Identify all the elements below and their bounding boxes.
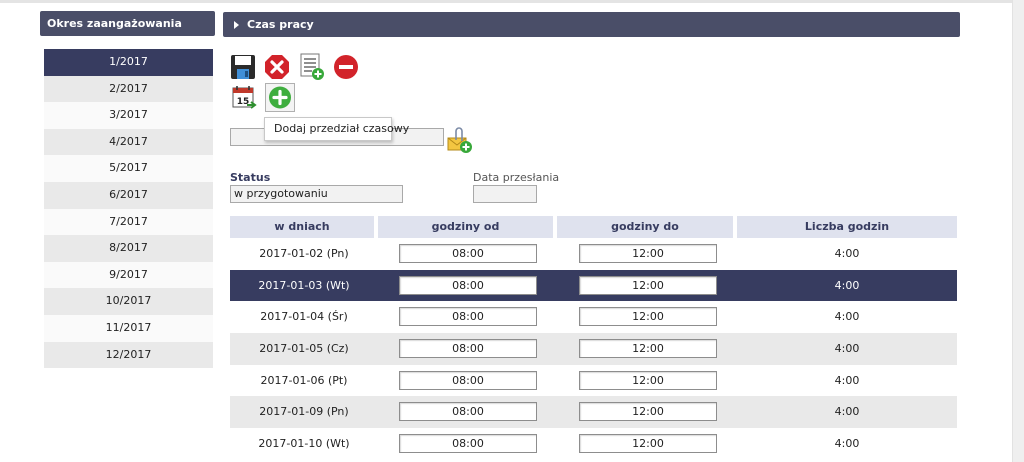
sidebar-item-period[interactable]: 10/2017 (44, 288, 213, 315)
collapse-triangle-icon[interactable] (234, 21, 239, 29)
sent-date-field (473, 185, 537, 203)
column-header-from[interactable]: godziny od (378, 216, 553, 238)
sidebar-item-period[interactable]: 9/2017 (44, 261, 213, 289)
add-time-range-tooltip: Dodaj przedział czasowy (264, 117, 409, 141)
sidebar-item-period[interactable]: 3/2017 (44, 102, 213, 129)
time-from-input[interactable]: 08:00 (399, 339, 537, 359)
time-to-input[interactable]: 12:00 (579, 339, 717, 359)
cell-date: 2017-01-10 (Wt) (258, 437, 350, 451)
time-to-input[interactable]: 12:00 (579, 402, 717, 422)
column-header-to[interactable]: godziny do (557, 216, 733, 238)
sidebar-item-period[interactable]: 11/2017 (44, 314, 213, 342)
sidebar-item-period[interactable]: 12/2017 (44, 341, 213, 369)
table-row[interactable]: 2017-01-02 (Pn) 08:00 12:00 4:00 (230, 238, 957, 270)
save-icon[interactable] (229, 53, 257, 81)
scrollbar[interactable] (1012, 0, 1024, 462)
sidebar-item-period[interactable]: 2/2017 (44, 75, 213, 103)
cell-hours: 4:00 (834, 373, 860, 387)
cell-date: 2017-01-04 (Śr) (260, 310, 348, 324)
panel-title: Czas pracy (247, 18, 314, 31)
table-row[interactable]: 2017-01-06 (Pt) 08:00 12:00 4:00 (230, 365, 957, 397)
cell-date: 2017-01-06 (Pt) (260, 373, 348, 387)
sidebar-item-period[interactable]: 8/2017 (44, 235, 213, 262)
sidebar-title: Okres zaangażowania (40, 11, 215, 36)
time-from-input[interactable]: 08:00 (399, 307, 537, 327)
table-header: w dniach godziny od godziny do Liczba go… (230, 216, 957, 238)
add-document-icon[interactable] (298, 53, 326, 81)
cell-date: 2017-01-05 (Cz) (259, 342, 349, 356)
time-from-input[interactable]: 08:00 (399, 434, 537, 454)
panel-header[interactable]: Czas pracy (223, 12, 960, 37)
column-header-days[interactable]: w dniach (230, 216, 374, 238)
time-from-input[interactable]: 08:00 (399, 244, 537, 263)
sidebar-item-period[interactable]: 1/2017 (44, 49, 213, 76)
time-from-input[interactable]: 08:00 (399, 370, 537, 390)
status-field: w przygotowaniu (230, 185, 403, 203)
cell-date: 2017-01-03 (Wt) (258, 278, 350, 292)
top-border (0, 0, 1024, 3)
sidebar-item-period[interactable]: 4/2017 (44, 128, 213, 156)
sidebar-item-period[interactable]: 5/2017 (44, 155, 213, 182)
cell-hours: 4:00 (834, 247, 860, 260)
time-to-input[interactable]: 12:00 (579, 275, 717, 295)
cell-hours: 4:00 (834, 342, 860, 356)
table-row[interactable]: 2017-01-03 (Wt) 08:00 12:00 4:00 (230, 269, 957, 302)
add-icon[interactable] (265, 83, 295, 112)
cell-hours: 4:00 (834, 437, 860, 451)
status-label: Status (230, 171, 271, 184)
table-row[interactable]: 2017-01-10 (Wt) 08:00 12:00 4:00 (230, 428, 957, 460)
time-to-input[interactable]: 12:00 (579, 370, 717, 390)
sidebar-item-period[interactable]: 6/2017 (44, 181, 213, 209)
time-from-input[interactable]: 08:00 (399, 402, 537, 422)
time-to-input[interactable]: 12:00 (579, 244, 717, 263)
sidebar-item-period[interactable]: 7/2017 (44, 208, 213, 236)
cell-hours: 4:00 (834, 405, 860, 419)
cell-date: 2017-01-02 (Pn) (259, 247, 349, 260)
column-header-hours[interactable]: Liczba godzin (737, 216, 957, 238)
table-row[interactable]: 2017-01-09 (Pn) 08:00 12:00 4:00 (230, 396, 957, 429)
cell-date: 2017-01-09 (Pn) (259, 405, 349, 419)
time-from-input[interactable]: 08:00 (399, 275, 537, 295)
cell-hours: 4:00 (834, 310, 860, 324)
time-to-input[interactable]: 12:00 (579, 307, 717, 327)
delete-icon[interactable] (263, 53, 291, 81)
period-list: 1/2017 2/2017 3/2017 4/2017 5/2017 6/2017 7/20… (44, 49, 213, 369)
remove-icon[interactable] (332, 53, 360, 81)
time-to-input[interactable]: 12:00 (579, 434, 717, 454)
table-row[interactable]: 2017-01-05 (Cz) 08:00 12:00 4:00 (230, 333, 957, 365)
attach-add-icon[interactable] (446, 126, 474, 154)
table-row[interactable]: 2017-01-04 (Śr) 08:00 12:00 4:00 (230, 301, 957, 333)
sent-date-label: Data przesłania (473, 171, 560, 184)
calendar-icon[interactable]: 15 (231, 84, 259, 112)
table-body: 2017-01-02 (Pn) 08:00 12:00 4:00 2017-01-03 … (230, 238, 957, 460)
cell-hours: 4:00 (834, 278, 860, 292)
